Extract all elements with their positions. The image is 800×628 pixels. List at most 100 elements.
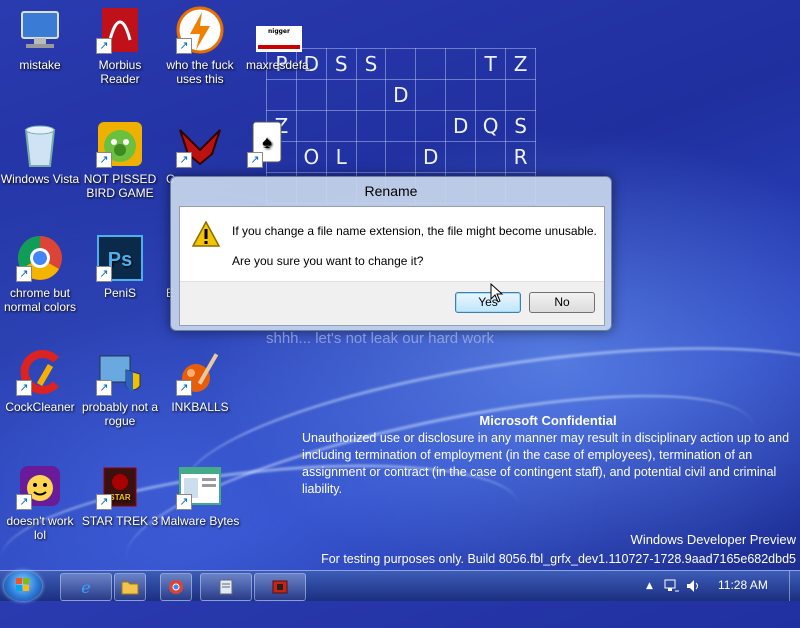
puzzle-cell (385, 141, 417, 173)
application-window-icon: ↗ (176, 462, 224, 510)
folder-icon (121, 579, 139, 595)
rename-dialog[interactable]: Rename If you change a file name extensi… (170, 176, 612, 331)
puzzle-cell (295, 110, 327, 142)
shortcut-arrow-icon: ↗ (96, 266, 112, 282)
desktop-icon-malware-bytes[interactable]: ↗ Malware Bytes (160, 462, 240, 528)
icon-label: STAR TREK 3 (81, 514, 159, 528)
ccleaner-icon: ↗ (16, 348, 64, 396)
desktop-icon-mistake[interactable]: mistake (0, 6, 80, 72)
icon-label: probably not a rogue (81, 400, 159, 428)
confidential-body: Unauthorized use or disclosure in any ma… (302, 431, 790, 496)
puzzle-cell: S (325, 48, 357, 80)
confidential-notice: Microsoft Confidential Unauthorized use … (302, 412, 794, 498)
desktop-icon-cockcleaner[interactable]: ↗ CockCleaner (0, 348, 80, 414)
dialog-question: Are you sure you want to change it? (232, 254, 424, 268)
wallpaper-watermark: shhh... let's not leak our hard work (266, 330, 494, 347)
icon-label: PeniS (103, 286, 137, 300)
chrome-icon: ↗ (16, 234, 64, 282)
playing-card-icon: ♠ ↗ (247, 120, 283, 168)
svg-text:e: e (81, 579, 90, 595)
yes-button[interactable]: Yes (455, 292, 521, 313)
icon-label: Malware Bytes (160, 514, 240, 528)
shortcut-arrow-icon: ↗ (96, 380, 112, 396)
volume-icon[interactable] (686, 579, 702, 596)
dialog-button-bar: Yes No (180, 281, 604, 325)
icon-label: mistake (19, 58, 61, 72)
puzzle-cell: D (385, 79, 417, 111)
desktop-icon-windows-vista[interactable]: Windows Vista (0, 120, 80, 186)
puzzle-cell (445, 48, 477, 80)
star-trek-icon: STAR ↗ (96, 462, 144, 510)
shortcut-arrow-icon: ↗ (176, 38, 192, 54)
desktop-icon-solitaire[interactable]: ♠ ↗ (240, 120, 290, 172)
icon-label: INKBALLS (171, 400, 229, 414)
no-button[interactable]: No (529, 292, 595, 313)
puzzle-cell (385, 110, 417, 142)
windows-logo-icon (16, 578, 30, 592)
puzzle-cell: Q (475, 110, 507, 142)
desktop-icon-star-trek[interactable]: STAR ↗ STAR TREK 3 (80, 462, 160, 528)
inkball-icon: ↗ (176, 348, 224, 396)
desktop-icon-maxresdefault[interactable]: maxresdefa... (240, 58, 310, 72)
puzzle-cell (355, 141, 387, 173)
puzzle-cell (325, 110, 357, 142)
icon-label: Morbius Reader (98, 58, 142, 86)
puzzle-cell (505, 79, 536, 111)
clock[interactable]: 11:28 AM (718, 578, 768, 592)
icon-label: doesn't work lol (6, 514, 74, 542)
start-button[interactable] (4, 571, 42, 601)
puzzle-cell (475, 141, 507, 173)
puzzle-cell (445, 79, 477, 111)
show-hidden-icons-arrow[interactable]: ▲ (646, 581, 653, 591)
desktop-icon-photoshop[interactable]: Ps ↗ PeniS (80, 234, 160, 300)
shortcut-arrow-icon: ↗ (247, 152, 263, 168)
desktop-icon-inkballs[interactable]: ↗ INKBALLS (160, 348, 240, 414)
taskbar-internet-explorer[interactable]: e (60, 573, 112, 601)
taskbar: e ▲ 11:28 AM (0, 570, 800, 601)
puzzle-cell (266, 79, 297, 111)
notepad-icon (217, 579, 235, 595)
desktop-icon-probably-not-a-rogue[interactable]: ↗ probably not a rogue (80, 348, 160, 428)
desktop-icon-who-uses-this[interactable]: ↗ who the fuck uses this (160, 6, 240, 86)
photoshop-icon: Ps ↗ (96, 234, 144, 282)
shortcut-arrow-icon: ↗ (16, 266, 32, 282)
show-desktop-button[interactable] (789, 571, 800, 601)
dialog-title: Rename (364, 183, 418, 199)
icon-label: chrome but normal colors (3, 286, 77, 314)
shortcut-arrow-icon: ↗ (96, 38, 112, 54)
taskbar-chrome[interactable] (160, 573, 192, 601)
desktop-icon-doesnt-work[interactable]: ↗ doesn't work lol (0, 462, 80, 542)
puzzle-cell (415, 110, 447, 142)
shortcut-arrow-icon: ↗ (176, 380, 192, 396)
puzzle-cell (385, 48, 417, 80)
warning-icon (191, 220, 221, 247)
taskbar-explorer[interactable] (114, 573, 146, 601)
puzzle-cell: D (445, 110, 477, 142)
taskbar-notepad[interactable] (200, 573, 252, 601)
build-edition: Windows Developer Preview (630, 532, 796, 547)
image-thumbnail: nigger (256, 26, 302, 52)
puzzle-cell: T (475, 48, 507, 80)
icon-label: NOT PISSED BIRD GAME (83, 172, 157, 200)
puzzle-cell (355, 79, 387, 111)
desktop-icon-chrome[interactable]: ↗ chrome but normal colors (0, 234, 80, 314)
puzzle-cell (295, 79, 327, 111)
svg-text:STAR: STAR (109, 493, 130, 502)
desktop-icon-bird-game[interactable]: ↗ NOT PISSED BIRD GAME (80, 120, 160, 200)
shortcut-arrow-icon: ↗ (96, 494, 112, 510)
red-app-icon (271, 579, 289, 595)
puzzle-cell (415, 79, 447, 111)
puzzle-cell (475, 79, 507, 111)
network-icon[interactable] (664, 579, 680, 596)
puzzle-row: OL D R (266, 141, 536, 173)
thumbnail-text: nigger (268, 28, 290, 35)
taskbar-app-window[interactable] (254, 573, 306, 601)
puzzle-cell: S (505, 110, 536, 142)
game-emblem-icon: ↗ (176, 120, 224, 168)
icon-label: CockCleaner (5, 400, 75, 414)
internet-explorer-icon: e (77, 578, 95, 597)
svg-text:♠: ♠ (262, 132, 272, 152)
puzzle-cell: R (505, 141, 536, 173)
shortcut-arrow-icon: ↗ (96, 152, 112, 168)
desktop-icon-morbius-reader[interactable]: ↗ Morbius Reader (80, 6, 160, 86)
